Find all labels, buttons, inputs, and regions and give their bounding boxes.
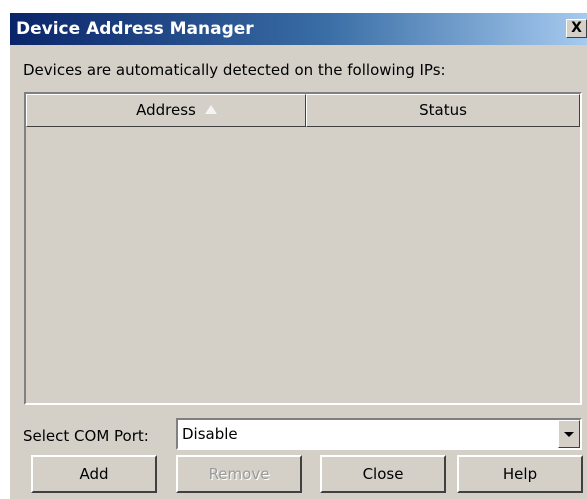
add-button[interactable]: Add <box>31 455 157 493</box>
list-header: Address Status <box>26 94 580 127</box>
remove-button[interactable]: Remove <box>176 455 302 493</box>
close-window-button[interactable]: X <box>566 19 587 38</box>
window-title: Device Address Manager <box>16 19 254 39</box>
com-port-select[interactable]: Disable <box>176 418 582 450</box>
device-address-manager-dialog: Device Address Manager X Devices are aut… <box>9 12 587 499</box>
column-header-status[interactable]: Status <box>306 94 580 127</box>
list-body[interactable] <box>26 127 580 403</box>
help-button[interactable]: Help <box>457 455 583 493</box>
column-header-address[interactable]: Address <box>26 94 306 127</box>
column-header-status-label: Status <box>419 101 467 119</box>
column-header-address-label: Address <box>136 101 196 119</box>
device-address-list[interactable]: Address Status <box>24 92 582 405</box>
close-button[interactable]: Close <box>320 455 446 493</box>
com-port-label: Select COM Port: <box>23 427 149 445</box>
title-bar[interactable]: Device Address Manager X <box>10 13 587 45</box>
chevron-down-icon <box>564 432 574 437</box>
sort-ascending-icon <box>205 105 217 114</box>
close-icon: X <box>571 20 582 36</box>
com-port-selected-value: Disable <box>182 425 238 443</box>
com-port-dropdown-button[interactable] <box>558 420 580 448</box>
intro-text: Devices are automatically detected on th… <box>23 61 446 79</box>
